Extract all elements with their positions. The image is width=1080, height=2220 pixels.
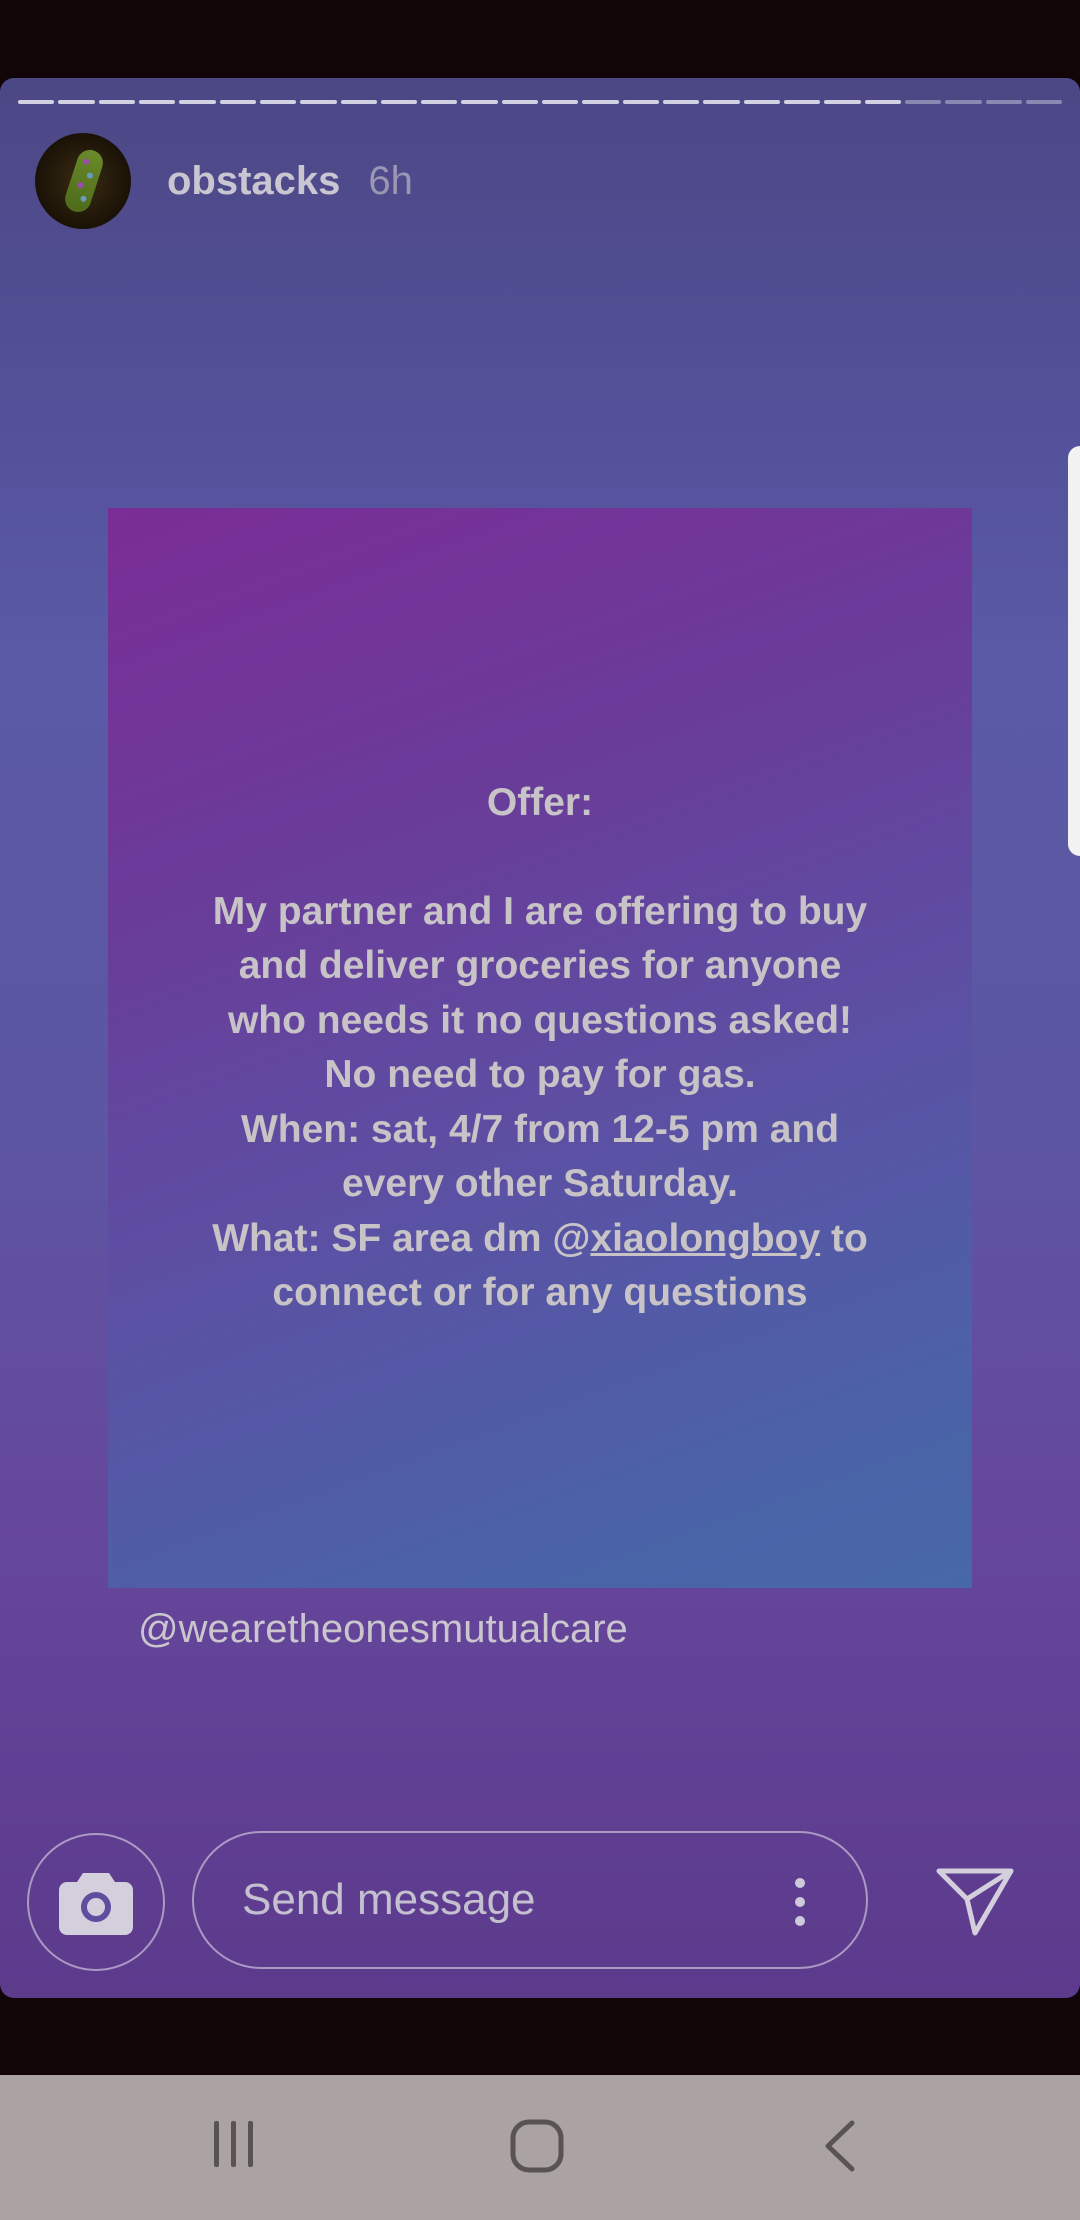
more-vertical-icon[interactable]: [794, 1877, 806, 1927]
progress-segment: [58, 100, 95, 104]
progress-segment: [743, 100, 780, 104]
progress-segment: [259, 100, 297, 104]
side-sheet-handle[interactable]: [1068, 446, 1080, 856]
progress-segment: [824, 100, 861, 104]
progress-segment: [219, 100, 256, 104]
progress-segment: [622, 100, 659, 104]
post-line: every other Saturday.: [342, 1162, 738, 1205]
progress-segment: [421, 100, 458, 104]
system-navigation-bar: [0, 2075, 1080, 2220]
progress-segment: [138, 100, 176, 104]
story-viewer[interactable]: obstacks 6h Offer: My partner and I are …: [0, 78, 1080, 1998]
send-message-placeholder: Send message: [242, 1875, 536, 1924]
progress-segment: [98, 100, 135, 104]
progress-segment: [501, 100, 539, 104]
progress-segment: [663, 100, 700, 104]
progress-segment: [340, 100, 377, 104]
avatar[interactable]: [35, 133, 131, 229]
progress-segment: [380, 100, 418, 104]
post-line: When: sat, 4/7 from 12-5 pm and: [240, 1107, 840, 1151]
send-icon[interactable]: [935, 1865, 1015, 1937]
progress-segment: [703, 100, 740, 104]
mention-tag[interactable]: @wearetheonesmutualcare: [138, 1607, 628, 1652]
back-icon[interactable]: [822, 2119, 856, 2173]
what-prefix: What: SF area dm @: [212, 1216, 591, 1260]
progress-segment: [542, 100, 579, 104]
post-line: My partner and I are offering to buy: [212, 889, 868, 933]
post-line: and deliver groceries for anyone: [238, 944, 842, 987]
send-message-input[interactable]: Send message: [192, 1831, 868, 1969]
progress-segment: [945, 100, 982, 104]
pickle-avatar-icon: [61, 146, 107, 216]
story-post-card: Offer: My partner and I are offering to …: [108, 508, 972, 1588]
progress-segment: [783, 100, 821, 104]
progress-segment: [864, 100, 901, 104]
story-timestamp: 6h: [368, 158, 413, 203]
story-username[interactable]: obstacks: [167, 159, 340, 204]
progress-segment: [985, 100, 1022, 104]
post-line-what: What: SF area dm @xiaolongboy to: [212, 1212, 868, 1267]
story-header: obstacks 6h: [35, 133, 413, 229]
progress-segment: [461, 100, 498, 104]
post-text: Offer: My partner and I are offering to …: [148, 508, 932, 1588]
post-line: who needs it no questions asked!: [227, 998, 853, 1042]
recents-icon[interactable]: [210, 2119, 258, 2171]
camera-icon: [59, 1873, 133, 1935]
progress-segment: [1025, 100, 1063, 104]
story-progress-bar: [18, 100, 1063, 105]
what-suffix: to: [820, 1216, 868, 1260]
camera-button[interactable]: [27, 1833, 165, 1971]
progress-segment: [179, 100, 216, 104]
progress-segment: [300, 100, 337, 104]
progress-segment: [904, 100, 942, 104]
home-icon[interactable]: [510, 2119, 564, 2173]
mention-link-xiaolongboy[interactable]: xiaolongboy: [590, 1217, 820, 1260]
progress-segment: [582, 100, 619, 104]
post-line: connect or for any questions: [272, 1271, 808, 1314]
offer-title: Offer:: [486, 780, 594, 824]
progress-segment: [18, 100, 55, 104]
post-line: No need to pay for gas.: [324, 1053, 756, 1096]
